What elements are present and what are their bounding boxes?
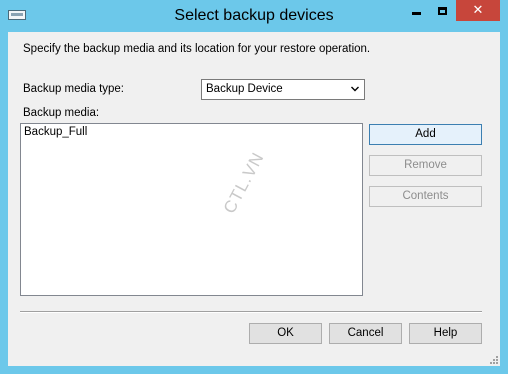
title-bar[interactable]: Select backup devices ✕	[0, 0, 508, 32]
close-icon: ✕	[472, 3, 484, 18]
add-button[interactable]: Add	[369, 124, 482, 145]
chevron-down-icon	[351, 86, 359, 92]
instruction-text: Specify the backup media and its locatio…	[23, 43, 371, 55]
dialog-body: Specify the backup media and its locatio…	[8, 32, 500, 366]
list-item[interactable]: Backup_Full	[24, 126, 87, 138]
help-button[interactable]: Help	[409, 323, 482, 344]
cancel-button[interactable]: Cancel	[329, 323, 402, 344]
ok-button[interactable]: OK	[249, 323, 322, 344]
backup-media-type-value: Backup Device	[206, 83, 283, 95]
select-backup-devices-window: Select backup devices ✕ Specify the back…	[0, 0, 508, 374]
minimize-button[interactable]	[403, 0, 429, 21]
contents-button[interactable]: Contents	[369, 186, 482, 207]
minimize-icon	[411, 12, 421, 15]
backup-media-type-label: Backup media type:	[23, 83, 125, 95]
separator	[20, 311, 482, 313]
maximize-button[interactable]	[429, 0, 456, 21]
close-button[interactable]: ✕	[456, 0, 500, 21]
backup-media-label: Backup media:	[23, 107, 100, 119]
resize-grip-icon[interactable]	[488, 354, 498, 364]
remove-button[interactable]: Remove	[369, 155, 482, 176]
backup-media-type-dropdown[interactable]: Backup Device	[201, 79, 365, 100]
maximize-icon	[438, 6, 447, 15]
backup-media-list[interactable]: Backup_Full	[20, 123, 363, 296]
